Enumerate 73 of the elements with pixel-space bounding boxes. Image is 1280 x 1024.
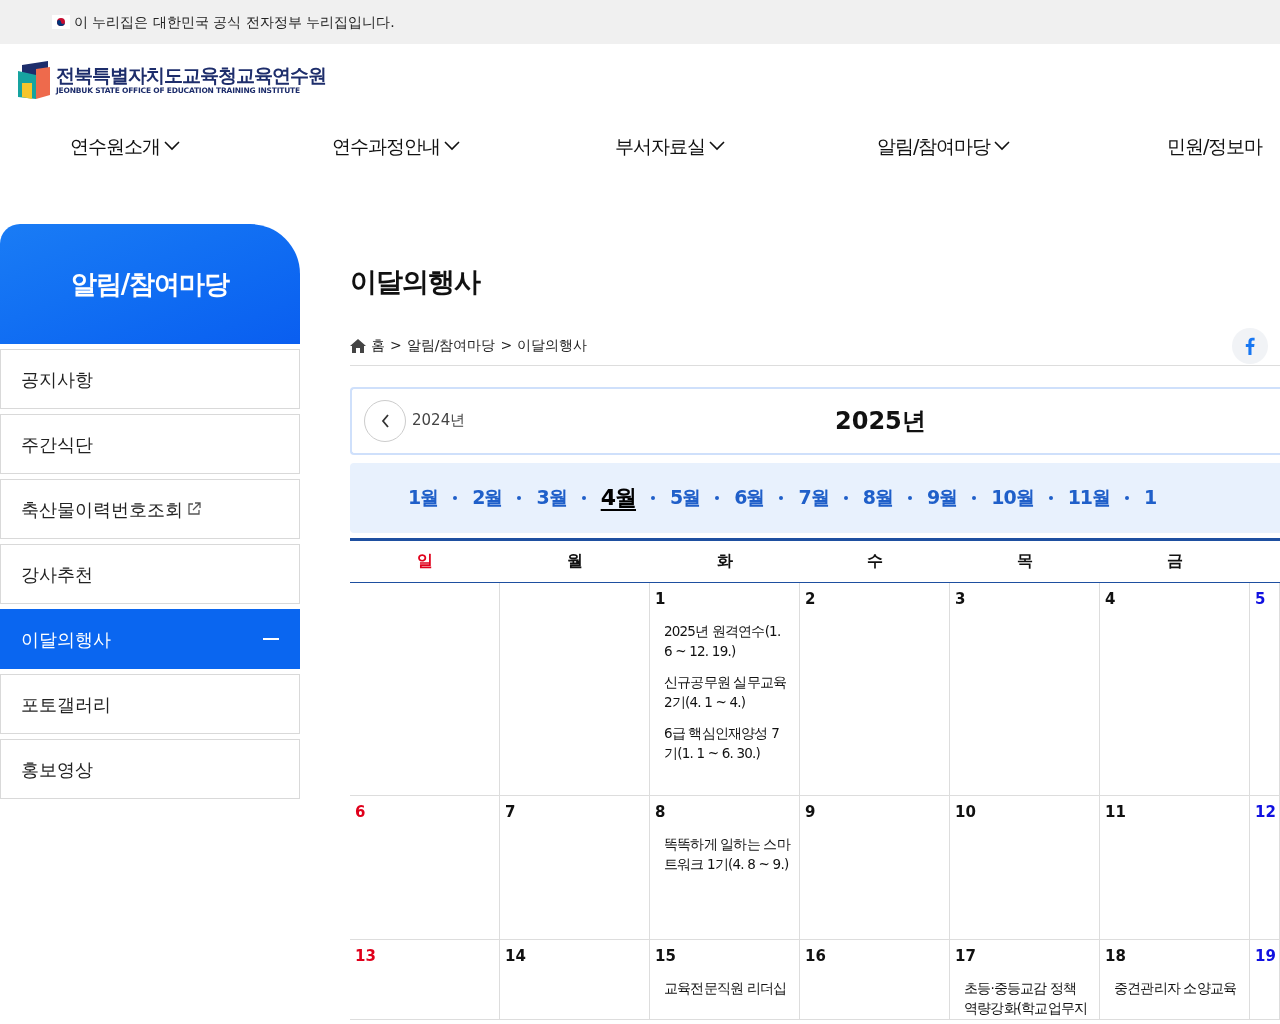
sidebar-item[interactable]: 축산물이력번호조회 [0,479,300,539]
month-tab[interactable]: 9월 [926,483,958,512]
date-number: 2 [805,588,817,610]
date-number: 13 [355,945,377,967]
event-link[interactable]: 교육전문직원 리더십 [655,978,799,998]
date-number: 18 [1105,945,1127,967]
nav-item[interactable]: 민원/정보마 [1167,131,1280,161]
facebook-icon[interactable] [1232,327,1268,364]
month-tab[interactable]: 3월 [536,483,567,512]
sidebar-item[interactable]: 주간식단 [0,414,300,474]
date-number: 10 [955,801,977,823]
month-tab[interactable]: 1월 [408,483,439,512]
date-number: 17 [955,945,977,967]
nav-item[interactable]: 연수과정안내 [332,131,615,161]
gov-banner-text: 이 누리집은 대한민국 공식 전자정부 누리집입니다. [74,12,395,32]
date-number: 1 [655,588,667,610]
date-number: 8 [655,801,667,823]
flag-icon [52,15,70,29]
month-tab[interactable]: 4월 [600,481,636,514]
logo-icon [18,61,52,99]
event-link[interactable]: 중견관리자 소양교육 [1105,978,1249,998]
month-tab[interactable]: 8월 [862,483,893,512]
minus-icon [263,638,279,640]
nav-item[interactable]: 연수원소개 [70,131,332,161]
month-tab[interactable]: 11월 [1067,483,1111,512]
sidebar-item[interactable]: 포토갤러리 [0,674,300,734]
date-number: 12 [1255,801,1277,823]
month-tab[interactable]: 6월 [734,483,765,512]
weekday-header: 화 [717,550,733,572]
month-tab[interactable]: 5월 [670,483,701,512]
weekday-header: 월 [567,550,583,572]
date-number: 7 [505,801,517,823]
date-number: 16 [805,945,827,967]
date-number: 15 [655,945,677,967]
breadcrumb-link[interactable]: 이달의행사 [517,335,588,356]
month-tab[interactable]: 10월 [991,483,1034,512]
event-link[interactable]: 2025년 원격연수(1. 6 ~ 12. 19.) [655,621,799,661]
breadcrumb-link[interactable]: 홈 [371,335,385,356]
weekday-header: 금 [1167,550,1183,572]
event-link[interactable]: 초등·중등교감 정책 역량강화(학교업무지 [955,978,1099,1018]
chevron-left-icon [380,413,390,428]
nav-item[interactable]: 부서자료실 [615,131,877,161]
event-link[interactable]: 신규공무원 실무교육 2기(4. 1 ~ 4.) [655,672,799,712]
date-number: 9 [805,801,817,823]
sidebar-title: 알림/참여마당 [70,267,230,301]
sidebar-item[interactable]: 홍보영상 [0,739,300,799]
month-tab[interactable]: 1 [1144,483,1157,512]
date-number: 19 [1255,945,1277,967]
breadcrumb-separator: > [500,336,513,355]
home-icon [350,338,366,353]
previous-year-link[interactable]: 2024년 [412,409,466,432]
date-number: 3 [955,588,967,610]
weekday-header: 수 [867,550,883,572]
date-number: 5 [1255,588,1267,610]
nav-item[interactable]: 알림/참여마당 [877,131,1167,161]
page-title: 이달의행사 [350,265,482,299]
sidebar-item[interactable]: 공지사항 [0,349,300,409]
date-number: 6 [355,801,367,823]
date-number: 4 [1105,588,1117,610]
weekday-header: 일 [417,550,433,572]
event-link[interactable]: 똑똑하게 일하는 스마트워크 1기(4. 8 ~ 9.) [655,834,799,874]
event-link[interactable]: 6급 핵심인재양성 7기(1. 1 ~ 6. 30.) [655,723,799,763]
breadcrumb-separator: > [390,336,402,355]
breadcrumb-link[interactable]: 알림/참여마당 [406,335,496,356]
date-number: 14 [505,945,527,967]
month-tab[interactable]: 7월 [798,483,829,512]
logo-title: 전북특별자치도교육청교육연수원 [56,64,326,86]
sidebar-item[interactable]: 강사추천 [0,544,300,604]
sidebar-item[interactable]: 이달의행사 [0,609,300,669]
date-number: 11 [1105,801,1127,823]
current-year: 2025년 [835,405,926,437]
month-tab[interactable]: 2월 [472,483,503,512]
weekday-header: 목 [1017,550,1033,572]
